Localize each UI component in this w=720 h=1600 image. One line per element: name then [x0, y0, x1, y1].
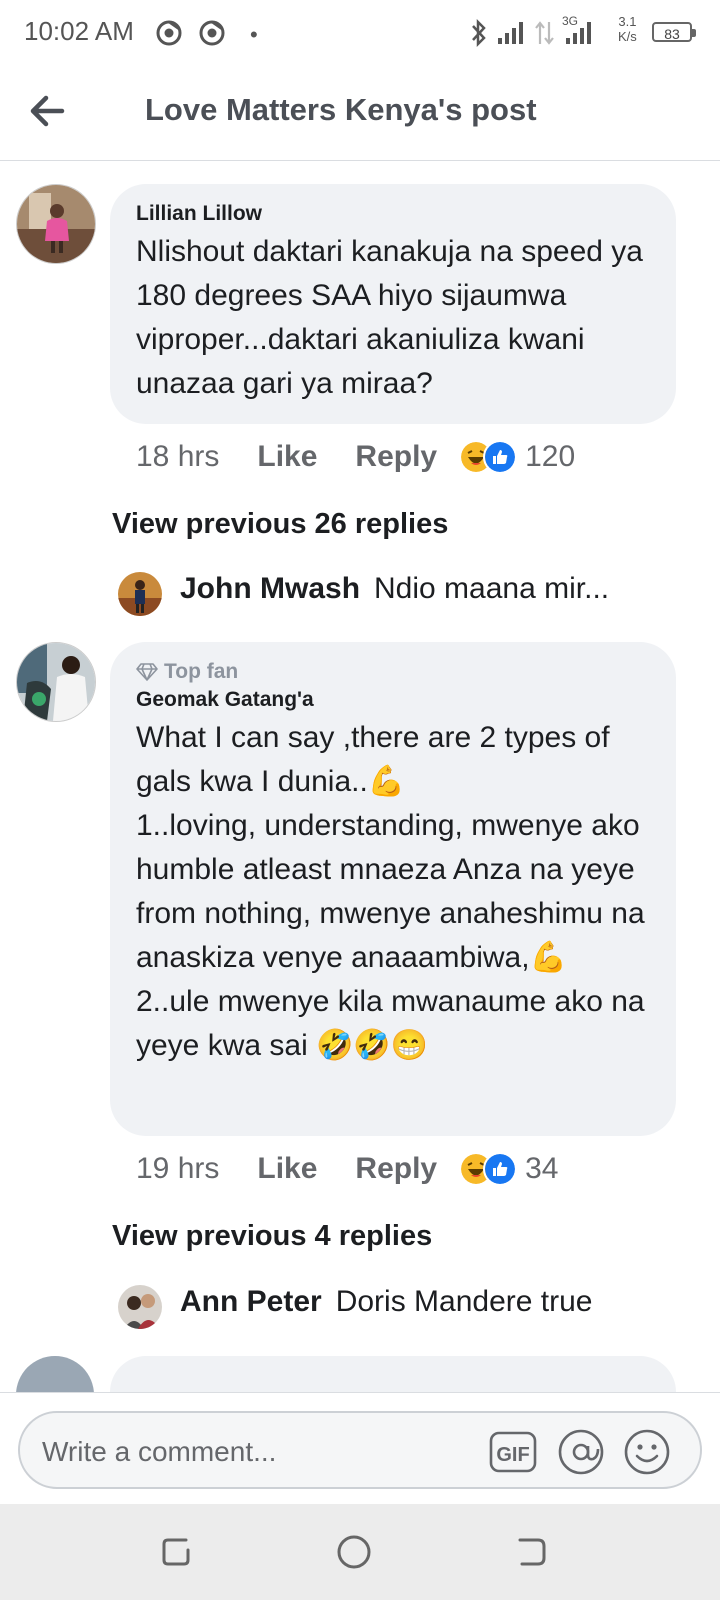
like-button[interactable]: Like: [257, 440, 317, 474]
battery-indicator: 83: [652, 22, 696, 42]
next-comment-avatar-partial: [16, 1356, 94, 1392]
back-arrow-icon[interactable]: [26, 86, 76, 136]
next-comment-bubble-partial: [110, 1356, 676, 1392]
like-icon: [483, 1152, 518, 1186]
status-bar: 10:02 AM • 3G 3.1 K/s 83: [0, 0, 720, 66]
reply-author[interactable]: Ann Peter: [180, 1285, 322, 1319]
comment-author[interactable]: Geomak Gatang'a: [136, 688, 650, 712]
avatar-image: [118, 572, 162, 616]
chrome-icon: [199, 20, 225, 46]
avatar-image: [17, 185, 95, 263]
data-arrows-icon: [535, 21, 554, 45]
comment-actions: 19 hrs Like Reply 34: [136, 1152, 559, 1186]
back-icon[interactable]: [512, 1532, 552, 1572]
reactions[interactable]: 120: [459, 440, 575, 474]
reply-text: Doris Mandere true: [335, 1285, 593, 1318]
comment-composer-area: GIF: [0, 1392, 720, 1505]
home-icon[interactable]: [334, 1532, 374, 1572]
comment-time[interactable]: 18 hrs: [136, 440, 219, 474]
speed-unit: K/s: [618, 29, 637, 44]
diamond-icon: [136, 663, 158, 681]
bluetooth-icon: [472, 18, 486, 48]
emoji-icon[interactable]: [622, 1427, 672, 1477]
comment-bubble[interactable]: Lillian Lillow Nlishout daktari kanakuja…: [110, 184, 676, 424]
view-previous-replies[interactable]: View previous 26 replies: [112, 508, 448, 541]
reactions[interactable]: 34: [459, 1152, 559, 1186]
comment-text: What I can say ,there are 2 types of gal…: [136, 721, 645, 1062]
reply-button[interactable]: Reply: [355, 1152, 437, 1186]
reaction-count: 34: [525, 1152, 559, 1185]
top-fan-badge: Top fan: [136, 660, 650, 684]
avatar-image: [17, 643, 95, 721]
reply-author[interactable]: John Mwash: [180, 572, 360, 606]
comment-text: Nlishout daktari kanakuja na speed ya 18…: [136, 235, 652, 400]
comment-composer: GIF: [18, 1411, 702, 1489]
chrome-icon: [156, 20, 182, 46]
gif-icon[interactable]: GIF: [488, 1427, 538, 1477]
avatar[interactable]: [118, 1285, 162, 1329]
avatar[interactable]: [16, 184, 96, 264]
comment-input[interactable]: [40, 1433, 464, 1471]
reply-button[interactable]: Reply: [355, 440, 437, 474]
comment-time[interactable]: 19 hrs: [136, 1152, 219, 1186]
signal-icon: [498, 22, 523, 44]
page-title: Love Matters Kenya's post: [145, 92, 537, 127]
gif-label: GIF: [496, 1444, 529, 1466]
network-speed: 3.1 K/s: [618, 14, 637, 44]
latest-reply[interactable]: Ann Peter Doris Mandere true: [118, 1285, 593, 1329]
like-icon: [483, 440, 518, 474]
comment-actions: 18 hrs Like Reply 120: [136, 440, 575, 474]
latest-reply[interactable]: John Mwash Ndio maana mir...: [118, 572, 610, 616]
notification-dot: •: [250, 22, 258, 47]
signal-3g-icon: [566, 22, 591, 44]
comment-author[interactable]: Lillian Lillow: [136, 202, 650, 226]
reaction-count: 120: [525, 440, 576, 473]
avatar[interactable]: [118, 572, 162, 616]
system-nav-bar: [0, 1504, 720, 1600]
view-previous-replies[interactable]: View previous 4 replies: [112, 1220, 432, 1253]
like-button[interactable]: Like: [257, 1152, 317, 1186]
reply-text: Ndio maana mir...: [374, 572, 610, 605]
app-header: Love Matters Kenya's post: [0, 66, 720, 161]
speed-value: 3.1: [618, 14, 637, 29]
status-time: 10:02 AM: [24, 16, 134, 46]
badge-label: Top fan: [164, 660, 239, 683]
avatar-image: [118, 1285, 162, 1329]
recent-apps-icon[interactable]: [156, 1532, 196, 1572]
comment-bubble[interactable]: Top fan Geomak Gatang'a What I can say ,…: [110, 642, 676, 1136]
avatar[interactable]: [16, 642, 96, 722]
mention-icon[interactable]: [556, 1427, 606, 1477]
